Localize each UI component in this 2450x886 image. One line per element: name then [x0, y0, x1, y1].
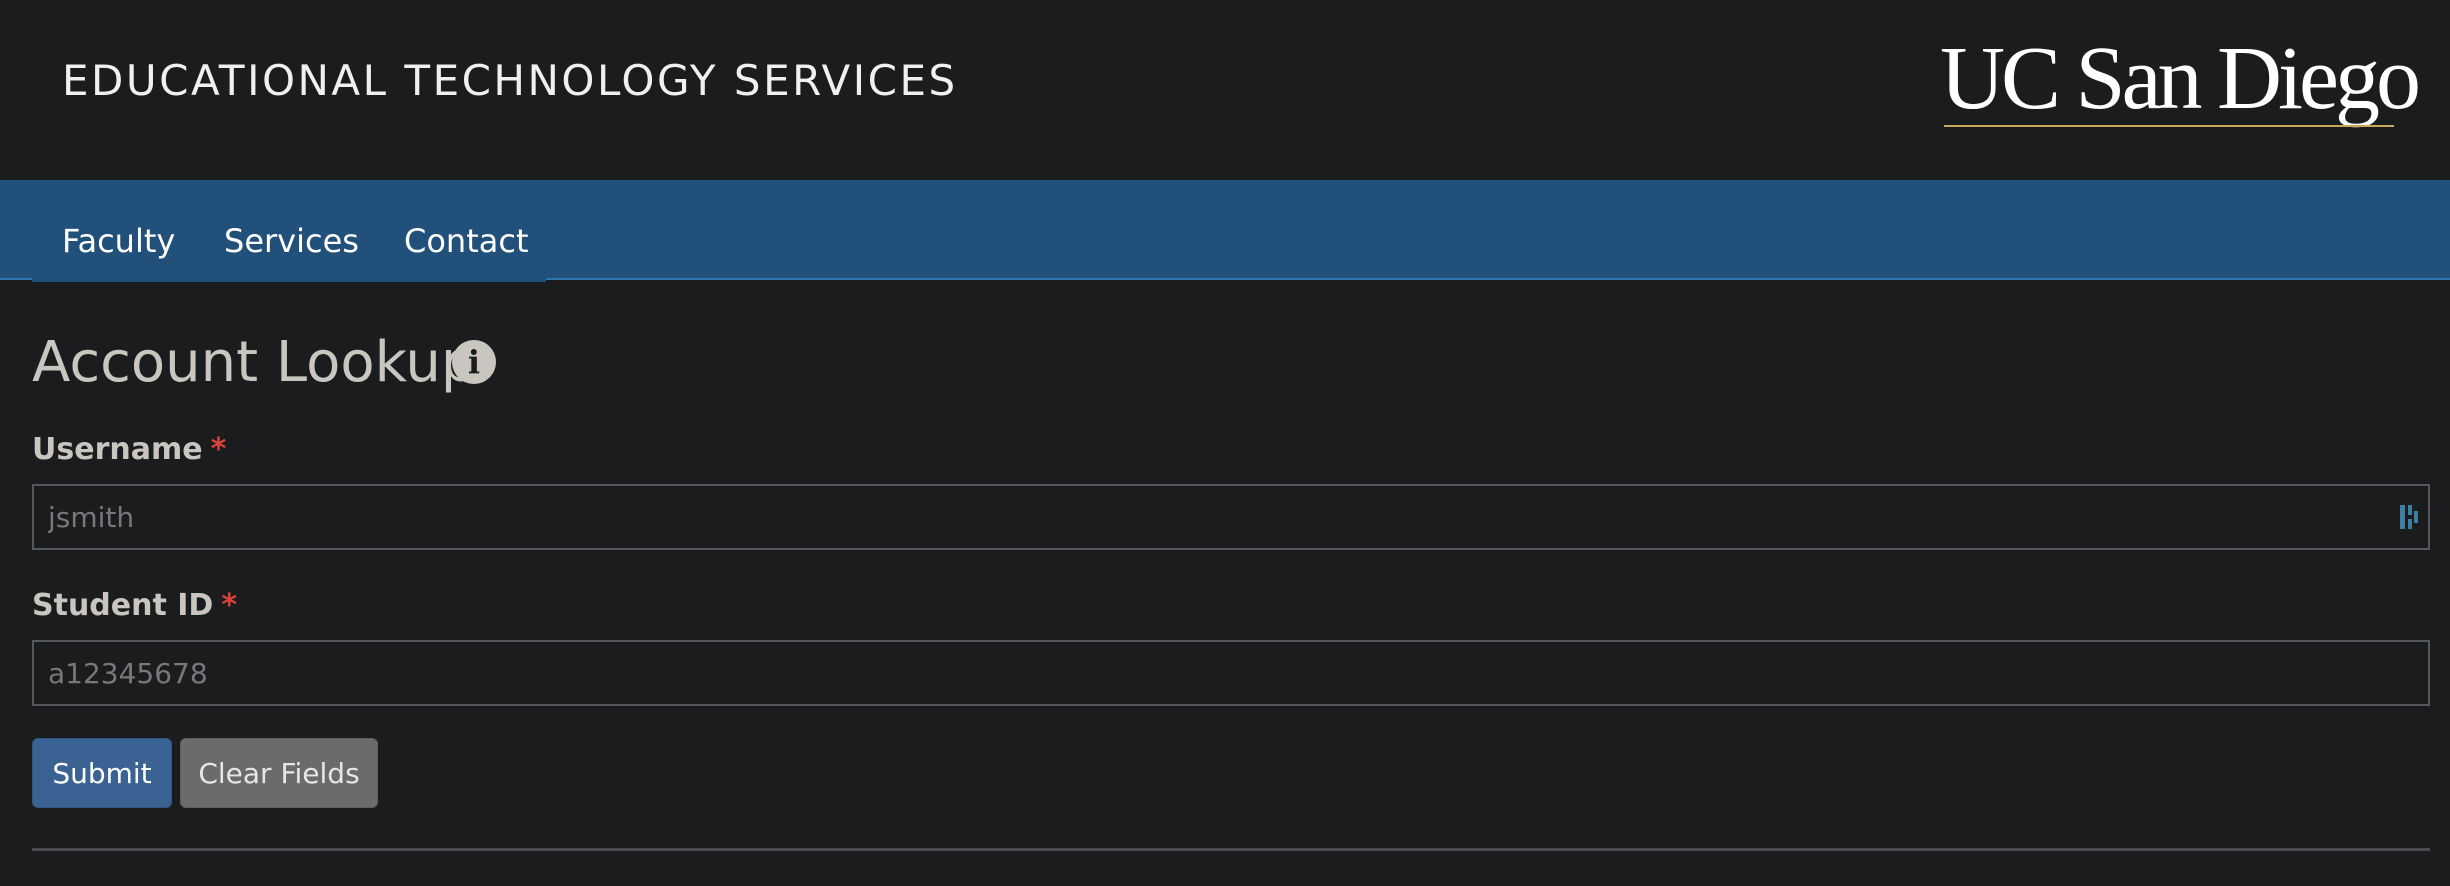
- nav-item-faculty[interactable]: Faculty: [62, 222, 175, 260]
- submit-button[interactable]: Submit: [32, 738, 172, 808]
- info-circle-icon[interactable]: i: [452, 340, 496, 384]
- main-nav: Faculty Services Contact: [0, 180, 2450, 280]
- site-header: EDUCATIONAL TECHNOLOGY SERVICES UC San D…: [0, 0, 2450, 180]
- uc-san-diego-logo[interactable]: UC San Diego: [1940, 34, 2421, 134]
- clear-fields-button[interactable]: Clear Fields: [180, 738, 378, 808]
- logo-underline: [1944, 125, 2394, 127]
- nav-item-contact[interactable]: Contact: [404, 222, 529, 260]
- student-id-label-text: Student ID: [32, 588, 214, 623]
- logo-wordmark: UC San Diego: [1940, 29, 2421, 128]
- nav-active-indicator: [32, 278, 546, 282]
- username-input[interactable]: [32, 484, 2430, 550]
- page-title: Account Lookup: [32, 330, 477, 395]
- username-label-text: Username: [32, 432, 203, 467]
- student-id-input[interactable]: [32, 640, 2430, 706]
- required-marker: *: [210, 432, 227, 467]
- site-title[interactable]: EDUCATIONAL TECHNOLOGY SERVICES: [62, 56, 958, 105]
- nav-item-services[interactable]: Services: [224, 222, 359, 260]
- required-marker: *: [221, 588, 238, 623]
- student-id-label: Student ID *: [32, 588, 237, 623]
- section-divider: [32, 848, 2430, 851]
- username-label: Username *: [32, 432, 226, 467]
- password-manager-icon[interactable]: [2398, 503, 2420, 531]
